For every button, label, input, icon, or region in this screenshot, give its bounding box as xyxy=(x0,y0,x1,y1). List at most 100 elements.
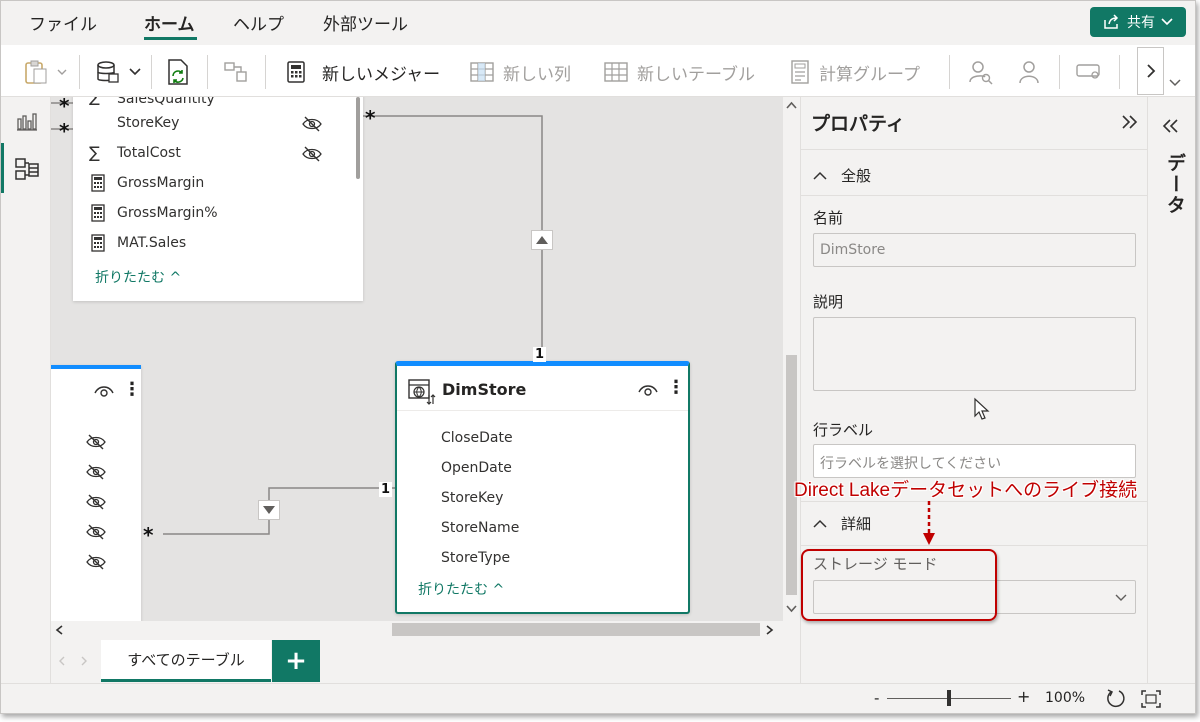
cardinality-many: * xyxy=(365,106,376,130)
scroll-thumb[interactable] xyxy=(392,623,760,636)
person-search-icon xyxy=(969,61,993,85)
chevron-up-icon xyxy=(813,171,827,180)
paste-button[interactable] xyxy=(23,57,67,87)
new-measure-label: 新しいメジャー xyxy=(322,64,441,85)
more-options-icon[interactable]: ⋮ xyxy=(667,377,685,398)
data-pane-rail[interactable]: データ xyxy=(1147,97,1195,683)
field-row[interactable]: StoreName xyxy=(397,514,688,544)
dimstore-table-card[interactable]: DimStore ⋮ CloseDate OpenDate StoreKey S… xyxy=(395,361,690,614)
q-and-a-button[interactable] xyxy=(1075,57,1103,87)
field-row[interactable]: OpenDate xyxy=(397,454,688,484)
hidden-eye-icon[interactable] xyxy=(85,433,107,451)
scroll-down-icon[interactable] xyxy=(786,605,797,613)
tab-scroll-left-icon[interactable] xyxy=(59,656,65,666)
field-name: StoreKey xyxy=(117,115,180,131)
zoom-out-button[interactable]: - xyxy=(874,689,879,707)
cardinality-many: * xyxy=(59,119,70,143)
get-data-button[interactable] xyxy=(95,57,141,87)
scroll-up-icon[interactable] xyxy=(786,101,797,109)
sigma-icon: ∑ xyxy=(89,143,100,162)
tab-all-tables[interactable]: すべてのテーブル xyxy=(101,640,271,682)
row-label-label: 行ラベル xyxy=(813,421,874,439)
filter-direction-marker[interactable] xyxy=(258,500,280,520)
filter-direction-marker[interactable] xyxy=(531,230,553,250)
field-name: StoreType xyxy=(441,550,511,566)
section-details[interactable]: 詳細 xyxy=(813,513,871,534)
model-canvas[interactable]: ∑ SalesQuantity StoreKey ∑ TotalCost Gro… xyxy=(51,97,783,621)
eye-icon[interactable] xyxy=(637,382,659,398)
canvas-horizontal-scrollbar[interactable] xyxy=(51,621,783,638)
hidden-eye-icon[interactable] xyxy=(301,115,323,133)
name-field[interactable]: DimStore xyxy=(813,233,1136,267)
menu-file[interactable]: ファイル xyxy=(29,10,97,35)
new-table-label: 新しいテーブル xyxy=(637,64,755,85)
table-title[interactable]: DimStore xyxy=(442,380,526,399)
manage-relationships-button[interactable] xyxy=(223,57,249,87)
chat-icon xyxy=(1076,64,1100,79)
refresh-button[interactable] xyxy=(165,57,191,87)
menu-home[interactable]: ホーム xyxy=(144,10,195,35)
field-row[interactable]: StoreType xyxy=(397,544,688,574)
canvas-vertical-scrollbar[interactable] xyxy=(783,97,800,621)
description-field[interactable] xyxy=(813,317,1136,391)
layout-tabs-bar: すべてのテーブル + xyxy=(51,638,801,683)
ribbon-separator xyxy=(151,55,152,89)
field-name: MAT.Sales xyxy=(117,235,187,251)
collapse-link[interactable]: 折りたたむ ^ xyxy=(95,267,181,287)
cardinality-one: 1 xyxy=(379,482,393,497)
ribbon: 新しいメジャー 新しい列 新しいテーブル 計算グループ xyxy=(1,45,1195,97)
manage-roles-button[interactable] xyxy=(1015,57,1043,87)
new-table-button[interactable]: 新しいテーブル xyxy=(603,57,755,87)
annotation-highlight-box xyxy=(801,549,997,621)
card-scrollbar[interactable] xyxy=(356,97,360,179)
new-column-button[interactable]: 新しい列 xyxy=(469,57,571,87)
left-table-card[interactable]: ⋮ xyxy=(51,365,141,621)
chevron-right-icon xyxy=(1146,64,1155,78)
more-options-icon[interactable]: ⋮ xyxy=(123,379,141,400)
report-view-icon[interactable] xyxy=(17,113,37,131)
hidden-eye-icon[interactable] xyxy=(85,553,107,571)
hidden-eye-icon[interactable] xyxy=(301,145,323,163)
hidden-eye-icon[interactable] xyxy=(85,493,107,511)
sales-table-card[interactable]: ∑ SalesQuantity StoreKey ∑ TotalCost Gro… xyxy=(73,97,363,301)
collapse-pane-icon[interactable] xyxy=(1121,115,1139,129)
section-divider xyxy=(801,545,1147,546)
scroll-right-icon[interactable] xyxy=(766,625,774,635)
calculation-group-label: 計算グループ xyxy=(819,64,920,85)
ribbon-collapse-icon[interactable] xyxy=(1169,79,1181,87)
add-layout-button[interactable]: + xyxy=(272,640,320,682)
expand-pane-icon[interactable] xyxy=(1162,119,1180,133)
menu-help[interactable]: ヘルプ xyxy=(233,10,284,35)
field-name: GrossMargin xyxy=(117,175,205,191)
tab-scroll-right-icon[interactable] xyxy=(81,656,87,666)
header-divider xyxy=(397,410,688,411)
hidden-eye-icon[interactable] xyxy=(85,523,107,541)
collapse-link[interactable]: 折りたたむ ^ xyxy=(418,579,504,599)
zoom-in-button[interactable]: + xyxy=(1017,687,1030,706)
field-row[interactable]: CloseDate xyxy=(397,424,688,454)
field-row[interactable]: StoreKey xyxy=(397,484,688,514)
menu-external-tools[interactable]: 外部ツール xyxy=(323,10,408,35)
fit-to-screen-icon[interactable] xyxy=(1140,689,1162,709)
field-row[interactable]: GrossMargin xyxy=(73,169,363,199)
eye-icon[interactable] xyxy=(93,383,115,399)
field-row[interactable]: ∑ TotalCost xyxy=(73,139,363,169)
scroll-left-icon[interactable] xyxy=(55,625,63,635)
calculation-group-button[interactable]: 計算グループ xyxy=(789,57,920,87)
model-view-icon[interactable] xyxy=(15,157,39,181)
section-general[interactable]: 全般 xyxy=(813,165,871,186)
share-button[interactable]: 共有 xyxy=(1090,7,1186,37)
ribbon-scroll-right-button[interactable] xyxy=(1137,47,1164,95)
share-label: 共有 xyxy=(1127,15,1155,31)
new-measure-button[interactable]: 新しいメジャー xyxy=(286,57,440,87)
data-pane-label[interactable]: データ xyxy=(1162,153,1189,216)
hidden-eye-icon[interactable] xyxy=(85,463,107,481)
view-as-button[interactable] xyxy=(967,57,995,87)
field-row[interactable]: StoreKey xyxy=(73,109,363,139)
field-row[interactable]: MAT.Sales xyxy=(73,229,363,259)
triangle-down-icon xyxy=(263,506,275,514)
reset-zoom-icon[interactable] xyxy=(1105,688,1127,710)
field-row[interactable]: GrossMargin% xyxy=(73,199,363,229)
zoom-slider-thumb[interactable] xyxy=(947,690,951,706)
row-label-dropdown[interactable]: 行ラベルを選択してください xyxy=(813,444,1136,478)
